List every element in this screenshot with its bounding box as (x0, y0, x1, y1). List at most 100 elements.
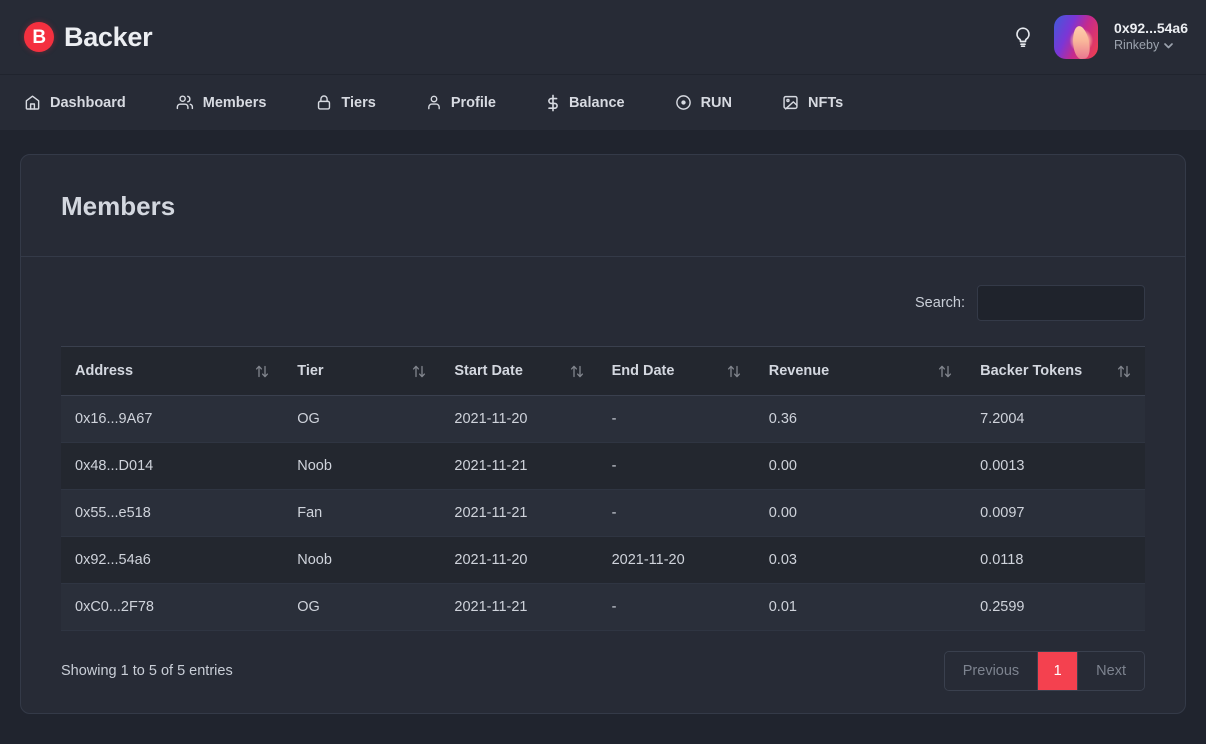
cell-revenue: 0.00 (754, 489, 967, 537)
nav-label: Profile (450, 94, 496, 111)
cell-address: 0x92...54a6 (61, 536, 284, 584)
search-input[interactable] (977, 285, 1145, 321)
pagination-previous-button[interactable]: Previous (944, 652, 1039, 690)
table-body: 0x16...9A67 OG 2021-11-20 - 0.36 7.2004 … (61, 395, 1145, 631)
brand-mark-letter: B (32, 26, 46, 48)
cell-revenue: 0.36 (754, 395, 967, 443)
page-content: Members Search: Address Tier Start Date … (0, 130, 1206, 738)
nav-label: NFTs (808, 94, 844, 111)
nav-item-members[interactable]: Members (176, 94, 293, 111)
cell-address: 0x16...9A67 (61, 395, 284, 443)
members-card: Members Search: Address Tier Start Date … (20, 154, 1186, 714)
cell-start-date: 2021-11-21 (440, 442, 598, 490)
column-label: Backer Tokens (980, 363, 1083, 379)
cell-end-date: - (597, 489, 755, 537)
table-row[interactable]: 0x55...e518 Fan 2021-11-21 - 0.00 0.0097 (61, 489, 1145, 537)
network-label: Rinkeby (1114, 37, 1160, 52)
sort-updown-icon (413, 365, 426, 377)
nav-item-nfts[interactable]: NFTs (782, 94, 869, 111)
target-icon (675, 94, 692, 111)
search-label: Search: (915, 295, 965, 311)
lightbulb-icon[interactable] (1008, 22, 1038, 52)
nav-item-run[interactable]: RUN (675, 94, 758, 111)
chevron-down-icon (1164, 43, 1174, 49)
image-icon (782, 94, 799, 111)
network-selector[interactable]: Rinkeby (1114, 38, 1188, 54)
cell-end-date: - (597, 395, 755, 443)
table-footer: Showing 1 to 5 of 5 entries Previous 1 N… (61, 631, 1145, 691)
brand-logo[interactable]: B Backer (24, 22, 153, 53)
column-header-backer-tokens[interactable]: Backer Tokens (966, 346, 1145, 396)
nav-item-dashboard[interactable]: Dashboard (24, 94, 152, 111)
column-label: Address (75, 363, 134, 379)
cell-revenue: 0.00 (754, 442, 967, 490)
search-row: Search: (61, 285, 1145, 321)
table-row[interactable]: 0x48...D014 Noob 2021-11-21 - 0.00 0.001… (61, 442, 1145, 490)
cell-backer-tokens: 0.0118 (966, 536, 1145, 584)
cell-tier: OG (283, 583, 441, 631)
backer-logo-icon: B (24, 22, 54, 52)
sort-updown-icon (939, 365, 952, 377)
nav-label: Members (202, 94, 267, 111)
users-icon (176, 94, 194, 111)
account-info: 0x92...54a6 Rinkeby (1114, 20, 1188, 53)
sort-updown-icon (570, 365, 583, 377)
avatar[interactable] (1054, 15, 1099, 59)
column-label: Tier (297, 363, 324, 379)
sort-updown-icon (256, 365, 269, 377)
column-header-start-date[interactable]: Start Date (440, 346, 598, 396)
column-header-address[interactable]: Address (61, 346, 284, 396)
cell-backer-tokens: 7.2004 (966, 395, 1145, 443)
cell-backer-tokens: 0.2599 (966, 583, 1145, 631)
nav-label: Balance (568, 94, 625, 111)
column-header-tier[interactable]: Tier (283, 346, 441, 396)
card-header: Members (21, 155, 1185, 257)
table-row[interactable]: 0xC0...2F78 OG 2021-11-21 - 0.01 0.2599 (61, 583, 1145, 631)
table-row[interactable]: 0x16...9A67 OG 2021-11-20 - 0.36 7.2004 (61, 395, 1145, 443)
column-label: End Date (611, 363, 675, 379)
main-navigation: Dashboard Members Tiers Profile Balance … (0, 75, 1206, 130)
pagination: Previous 1 Next (943, 651, 1145, 691)
cell-address: 0x48...D014 (61, 442, 284, 490)
top-bar-right: 0x92...54a6 Rinkeby (1008, 15, 1188, 59)
nav-label: Dashboard (50, 94, 126, 111)
nav-item-profile[interactable]: Profile (426, 94, 522, 111)
cell-start-date: 2021-11-21 (440, 583, 598, 631)
card-body: Search: Address Tier Start Date End Date… (21, 257, 1185, 713)
cell-tier: OG (283, 395, 441, 443)
pagination-page-1[interactable]: 1 (1038, 652, 1079, 690)
home-icon (24, 94, 41, 111)
cell-start-date: 2021-11-20 (440, 536, 598, 584)
cell-address: 0x55...e518 (61, 489, 284, 537)
cell-revenue: 0.01 (754, 583, 967, 631)
user-icon (426, 94, 442, 111)
cell-end-date: - (597, 583, 755, 631)
cell-start-date: 2021-11-20 (440, 395, 598, 443)
cell-tier: Noob (283, 442, 441, 490)
nav-label: Tiers (341, 94, 376, 111)
cell-tier: Fan (283, 489, 441, 537)
cell-backer-tokens: 0.0097 (966, 489, 1145, 537)
table-row[interactable]: 0x92...54a6 Noob 2021-11-20 2021-11-20 0… (61, 536, 1145, 584)
cell-end-date: - (597, 442, 755, 490)
column-label: Start Date (454, 363, 523, 379)
page-title: Members (61, 191, 176, 221)
table-head: Address Tier Start Date End Date Revenue… (61, 346, 1145, 396)
top-bar: B Backer 0x92...54a6 Rinkeby (0, 0, 1206, 75)
dollar-icon (546, 94, 560, 112)
members-table: Address Tier Start Date End Date Revenue… (61, 346, 1145, 631)
cell-tier: Noob (283, 536, 441, 584)
nav-label: RUN (700, 94, 732, 111)
cell-start-date: 2021-11-21 (440, 489, 598, 537)
cell-address: 0xC0...2F78 (61, 583, 284, 631)
entries-info: Showing 1 to 5 of 5 entries (61, 663, 233, 679)
nav-item-tiers[interactable]: Tiers (316, 94, 401, 111)
lock-icon (316, 94, 332, 111)
column-header-end-date[interactable]: End Date (597, 346, 755, 396)
nav-item-balance[interactable]: Balance (546, 94, 651, 112)
cell-revenue: 0.03 (754, 536, 967, 584)
sort-updown-icon (1117, 365, 1131, 377)
column-header-revenue[interactable]: Revenue (754, 346, 967, 396)
pagination-next-button[interactable]: Next (1078, 652, 1144, 690)
column-label: Revenue (768, 363, 830, 379)
